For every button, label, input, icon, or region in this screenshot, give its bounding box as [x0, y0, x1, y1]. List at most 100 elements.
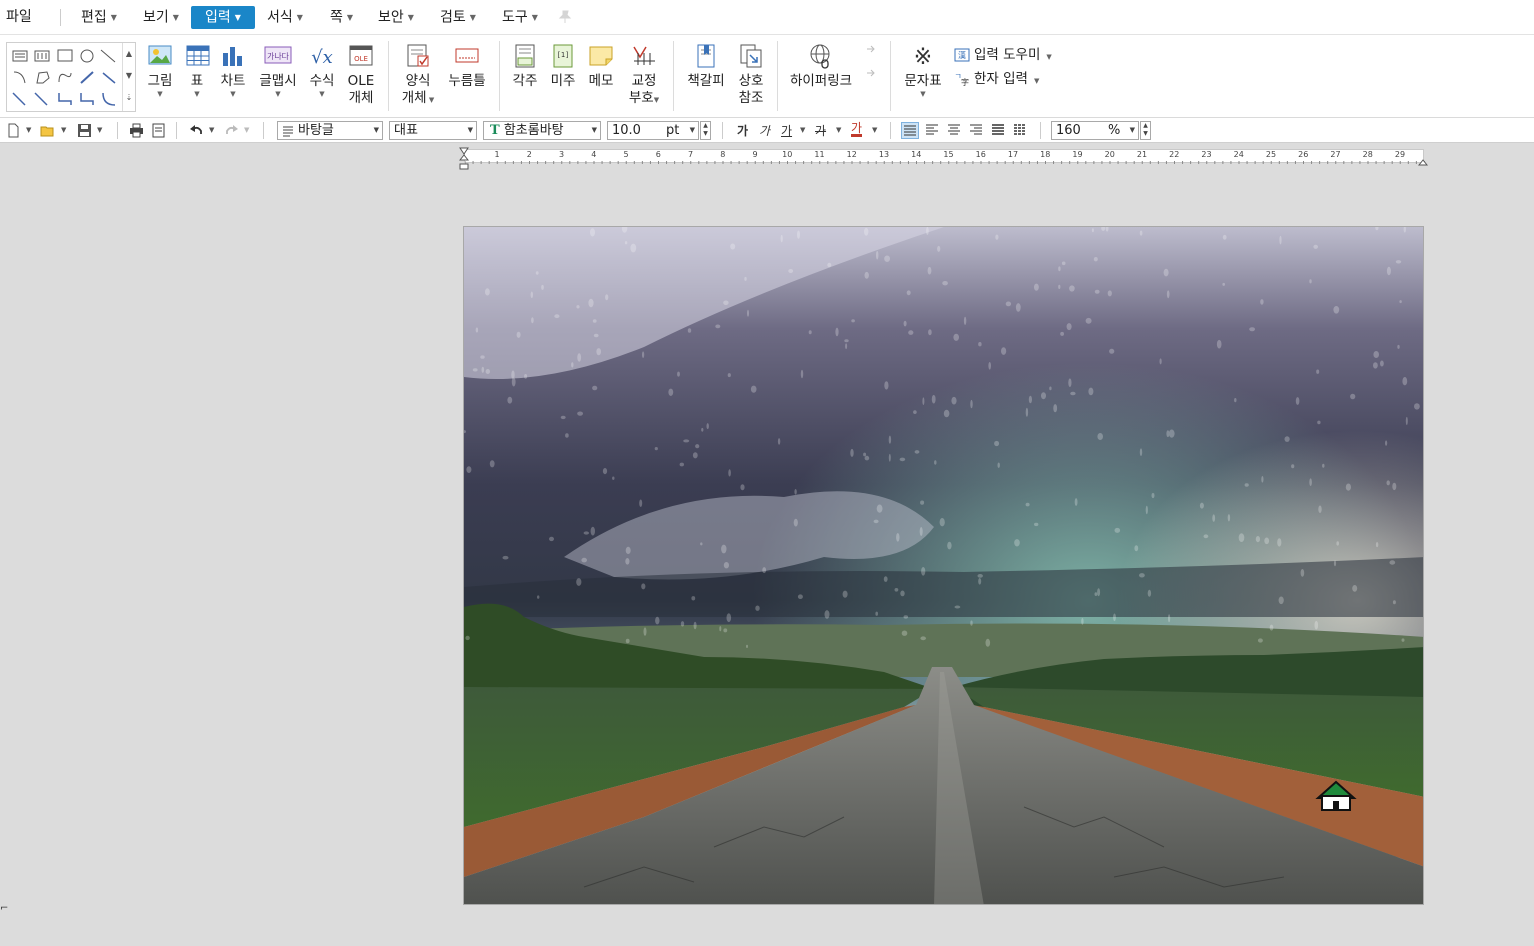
font-color-button[interactable]: 가 — [851, 122, 863, 137]
distribute-align-button[interactable] — [990, 122, 1008, 139]
redo-icon[interactable] — [224, 123, 239, 138]
chevron-down-icon: ▼ — [1129, 126, 1135, 134]
print-preview-icon[interactable] — [151, 123, 166, 138]
menu-edit[interactable]: 편집 ▼ — [77, 6, 121, 29]
shape-gallery[interactable]: ▲ ▼ ⇣ — [6, 42, 136, 112]
ribbon: ▲ ▼ ⇣ 그림 ▼ 표 ▼ 차트 ▼ 가나다 글맵시 ▼ √x 수식 ▼ OLE … — [0, 35, 1534, 118]
ole-object-icon: OLE — [349, 45, 373, 66]
undo-icon[interactable] — [189, 123, 204, 138]
zoom-input[interactable]: 160 % ▼ — [1051, 121, 1139, 140]
ruler-bar: 1 2 3 4 5 6 7 8 9 10 11 12 13 14 15 16 17 18 19 20 21 22 23 24 2… — [464, 149, 1425, 164]
chevron-down-icon[interactable]: ▼ — [61, 126, 66, 134]
insert-field-button[interactable]: 누름틀 — [446, 43, 488, 90]
insert-endnote-button[interactable]: [1] 미주 — [548, 43, 578, 90]
wordart-icon: 가나다 — [264, 46, 292, 64]
chevron-down-icon[interactable]: ▼ — [97, 126, 102, 134]
right-align-button[interactable] — [968, 122, 986, 139]
toolbar-separator — [117, 122, 118, 139]
insert-picture-button[interactable]: 그림 ▼ — [146, 43, 174, 99]
form-object-label-text: 개체 — [401, 90, 427, 106]
insert-memo-button[interactable]: 메모 — [586, 43, 616, 90]
chevron-down-icon[interactable]: ▼ — [209, 126, 214, 134]
menu-security[interactable]: 보안 ▼ — [374, 6, 418, 29]
menu-file[interactable]: 파일 — [2, 6, 36, 29]
insert-hyperlink-button[interactable]: 하이퍼링크 — [787, 43, 855, 90]
chevron-down-icon: ▼ — [234, 13, 241, 22]
font-size-input[interactable]: 10.0 pt ▼ — [607, 121, 699, 140]
italic-button[interactable]: 가 — [759, 122, 770, 139]
curve-icon — [58, 72, 72, 83]
input-field-icon — [455, 48, 479, 63]
ole-label-line2: 개체 — [348, 90, 374, 106]
proofreading-label-line2: 부호▼ — [626, 90, 662, 109]
menu-tools[interactable]: 도구 ▼ — [498, 6, 542, 29]
new-document-icon[interactable] — [6, 123, 21, 138]
divide-align-button[interactable] — [1012, 122, 1030, 139]
menu-review[interactable]: 검토 ▼ — [436, 6, 480, 29]
language-select[interactable]: 대표 ▼ — [389, 121, 477, 140]
pin-icon[interactable] — [558, 10, 572, 24]
ribbon-separator — [673, 41, 674, 111]
font-select[interactable]: T 함초롬바탕 ▼ — [483, 121, 601, 140]
right-indent-marker-icon[interactable] — [1418, 157, 1428, 167]
hanja-input-button[interactable]: ㄱ字 한자 입력 ▼ — [954, 67, 1039, 87]
picture-label: 그림 — [147, 73, 173, 89]
align-distribute-icon — [992, 124, 1004, 135]
menu-page[interactable]: 쪽 ▼ — [326, 6, 357, 29]
left-align-button[interactable] — [924, 122, 942, 139]
chevron-down-icon: ▼ — [689, 126, 695, 134]
print-icon[interactable] — [129, 123, 144, 138]
insert-bookmark-button[interactable]: 책갈피 — [685, 43, 727, 90]
style-select[interactable]: 바탕글 ▼ — [277, 121, 383, 140]
form-object-label-line1: 양식 — [405, 73, 431, 89]
center-align-button[interactable] — [946, 122, 964, 139]
zoom-spinner[interactable]: ▲ ▼ — [1140, 121, 1151, 140]
chevron-down-icon[interactable]: ▼ — [26, 126, 31, 134]
insert-proofreading-button[interactable]: 교정 부호▼ — [626, 43, 662, 109]
insert-table-button[interactable]: 표 ▼ — [184, 43, 210, 99]
chevron-down-icon[interactable]: ▼ — [836, 126, 841, 134]
horizontal-ruler[interactable]: 1 2 3 4 5 6 7 8 9 10 11 12 13 14 15 16 17 18 19 20 21 22 23 24 2… — [458, 145, 1430, 172]
ruler-number: 2 — [526, 150, 532, 159]
underline-button[interactable]: 가 — [781, 122, 792, 139]
insert-chart-button[interactable]: 차트 ▼ — [218, 43, 248, 99]
insert-equation-button[interactable]: √x 수식 ▼ — [307, 43, 337, 99]
insert-footnote-button[interactable]: 각주 — [510, 43, 540, 90]
insert-form-object-button[interactable]: 양식 개체 ▼ — [400, 43, 436, 109]
menu-format[interactable]: 서식 ▼ — [263, 6, 307, 29]
insert-wordart-button[interactable]: 가나다 글맵시 ▼ — [257, 43, 299, 99]
ruler-number: 15 — [943, 150, 954, 159]
gallery-scrollbar[interactable]: ▲ ▼ ⇣ — [122, 43, 135, 111]
open-folder-icon[interactable] — [40, 123, 55, 138]
justify-align-button[interactable] — [901, 122, 919, 139]
bold-button[interactable]: 가 — [737, 122, 748, 139]
chevron-down-icon[interactable]: ▼ — [800, 126, 805, 134]
insert-ole-button[interactable]: OLE OLE 개체 — [346, 43, 376, 107]
font-size-spinner[interactable]: ▲ ▼ — [700, 121, 711, 140]
insert-crossref-button[interactable]: 상호 참조 — [735, 43, 767, 107]
left-indent-marker-icon[interactable] — [459, 147, 469, 171]
input-helper-button[interactable]: 漢 입력 도우미 ▼ — [954, 43, 1052, 63]
paragraph-style-icon — [283, 126, 293, 137]
ruler-number: 25 — [1265, 150, 1277, 159]
strikethrough-button[interactable]: 가 — [815, 122, 826, 139]
chevron-down-icon[interactable]: ▼ — [872, 126, 877, 134]
format-toolbar: ▼ ▼ ▼ ▼ ▼ 바탕글 ▼ 대표 ▼ T 함초롬바탕 ▼ 10.0 pt ▼ ▲ ▼… — [0, 118, 1534, 143]
chevron-down-icon[interactable]: ▼ — [244, 126, 249, 134]
chevron-down-icon: ▼ — [230, 90, 236, 98]
chevron-down-icon: ▼ — [653, 96, 660, 104]
menu-view[interactable]: 보기 ▼ — [139, 6, 183, 29]
insert-charmap-button[interactable]: ※ 문자표 ▼ — [901, 43, 945, 99]
document-image[interactable] — [463, 226, 1424, 905]
form-object-label-line2: 개체 ▼ — [400, 90, 436, 109]
connector-icon — [102, 72, 116, 84]
chevron-down-icon: ▼ — [426, 96, 435, 104]
ruler-number: 28 — [1362, 150, 1373, 159]
save-icon[interactable] — [77, 123, 92, 138]
menu-insert[interactable]: 입력 ▼ — [191, 6, 255, 29]
wordart-label: 글맵시 — [259, 73, 297, 89]
chart-label: 차트 — [220, 73, 246, 89]
bookmark-label: 책갈피 — [687, 73, 725, 89]
hanja-icon: ㄱ字 — [954, 72, 969, 86]
table-label: 표 — [190, 73, 204, 89]
